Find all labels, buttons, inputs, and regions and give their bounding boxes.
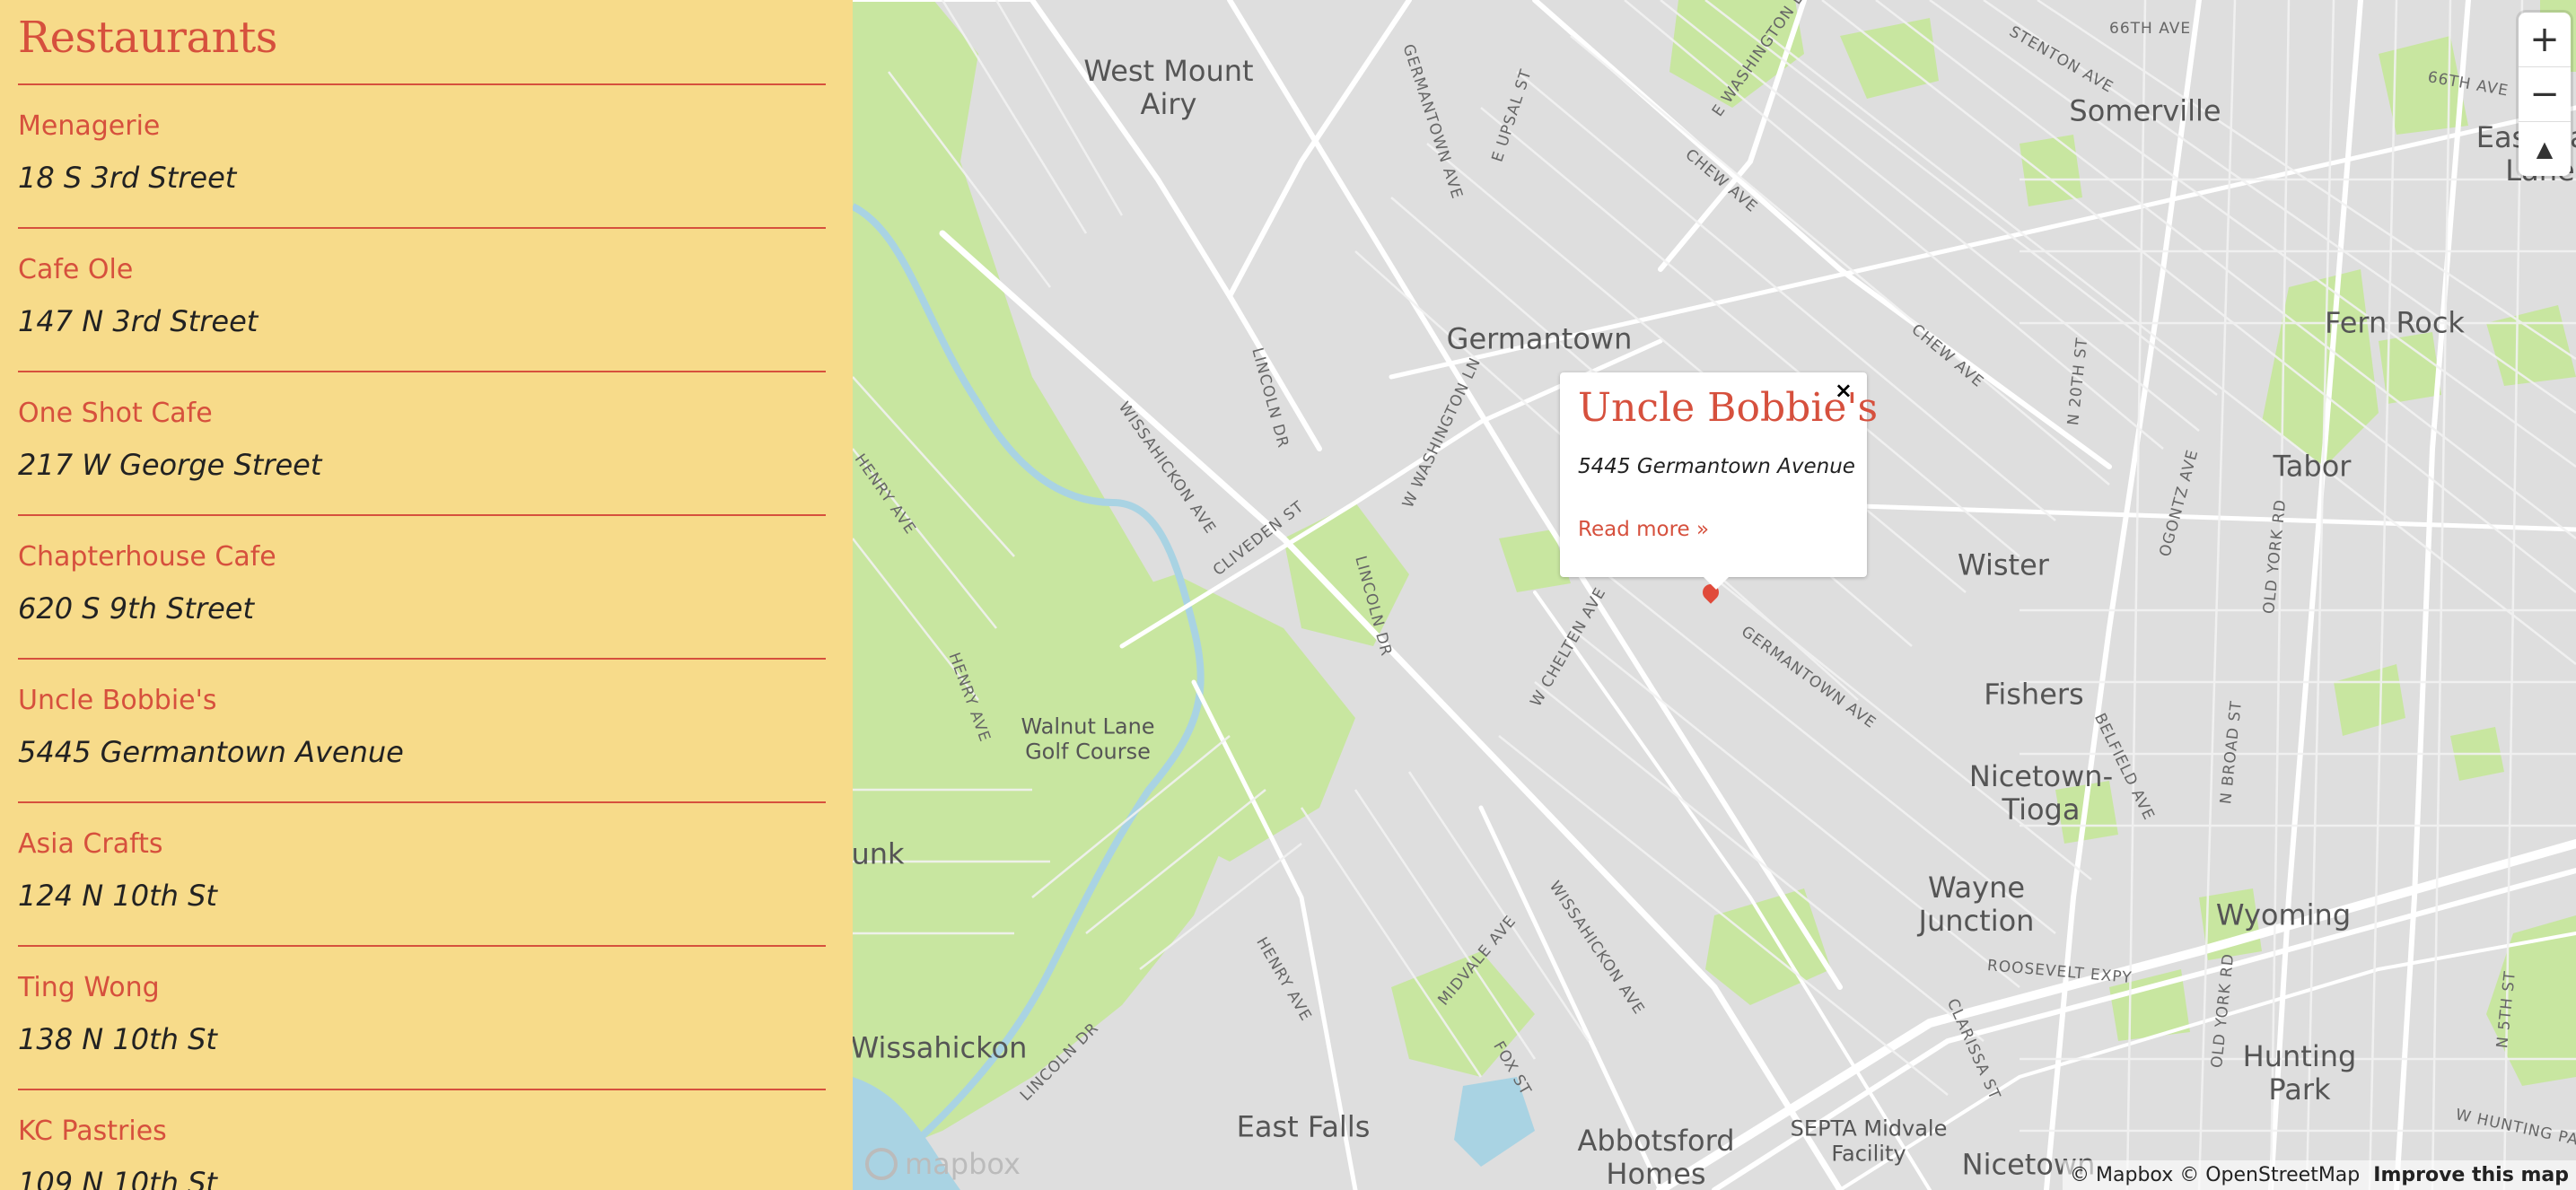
- list-item[interactable]: Uncle Bobbie's 5445 Germantown Avenue: [18, 660, 826, 803]
- restaurant-address: 18 S 3rd Street: [18, 161, 237, 195]
- restaurant-name[interactable]: Ting Wong: [18, 972, 160, 1003]
- restaurant-address: 138 N 10th St: [18, 1022, 217, 1056]
- place-somerville: Somerville: [2069, 93, 2221, 128]
- place-east-falls: East Falls: [1236, 1109, 1371, 1144]
- list-item[interactable]: KC Pastries 109 N 10th St: [18, 1090, 826, 1190]
- place-nicetown-tioga: Nicetown- Tioga: [1968, 759, 2114, 827]
- mapbox-logo-icon: [865, 1148, 898, 1180]
- attribution-text[interactable]: © Mapbox © OpenStreetMap: [2070, 1164, 2360, 1186]
- restaurant-name[interactable]: One Shot Cafe: [18, 398, 213, 429]
- map-canvas[interactable]: West Mount Airy Germantown Somerville Ea…: [853, 0, 2576, 1190]
- restaurant-name[interactable]: Asia Crafts: [18, 828, 163, 860]
- sidebar-title: Restaurants: [18, 13, 277, 63]
- place-wyoming: Wyoming: [2215, 897, 2352, 932]
- restaurant-popup: × Uncle Bobbie's 5445 Germantown Avenue …: [1560, 372, 1878, 590]
- place-west-mount-airy: West Mount Airy: [1083, 54, 1254, 121]
- place-fern-rock: Fern Rock: [2325, 305, 2465, 340]
- zoom-in-button[interactable]: +: [2519, 13, 2571, 67]
- restaurant-name[interactable]: KC Pastries: [18, 1116, 167, 1147]
- restaurant-address: 620 S 9th Street: [18, 591, 255, 626]
- popup-title: Uncle Bobbie's: [1578, 385, 1879, 431]
- compass-icon[interactable]: ▲: [2519, 122, 2571, 176]
- zoom-out-button[interactable]: −: [2519, 67, 2571, 122]
- restaurant-name[interactable]: Menagerie: [18, 110, 160, 142]
- list-item[interactable]: Asia Crafts 124 N 10th St: [18, 803, 826, 947]
- read-more-link[interactable]: Read more »: [1578, 518, 1709, 541]
- zoom-controls: + − ▲: [2519, 13, 2571, 176]
- place-unk: unk: [853, 836, 905, 871]
- list-item[interactable]: Ting Wong 138 N 10th St: [18, 947, 826, 1090]
- restaurant-name[interactable]: Uncle Bobbie's: [18, 685, 216, 716]
- restaurant-list: Menagerie 18 S 3rd Street Cafe Ole 147 N…: [18, 85, 826, 1190]
- popup-address: 5445 Germantown Avenue: [1578, 455, 1855, 478]
- restaurant-name[interactable]: Chapterhouse Cafe: [18, 541, 276, 573]
- list-item[interactable]: Menagerie 18 S 3rd Street: [18, 85, 826, 229]
- street-label: 66TH AVE: [2109, 20, 2192, 38]
- place-germantown: Germantown: [1446, 321, 1633, 356]
- list-item[interactable]: Cafe Ole 147 N 3rd Street: [18, 229, 826, 372]
- improve-map-link[interactable]: Improve this map: [2373, 1164, 2569, 1186]
- place-septa-midvale: SEPTA Midvale Facility: [1790, 1116, 1948, 1166]
- mapbox-logo-text: mapbox: [905, 1147, 1021, 1181]
- place-wister: Wister: [1958, 547, 2049, 582]
- place-wayne-junction: Wayne Junction: [1918, 871, 2035, 938]
- place-tabor: Tabor: [2273, 449, 2352, 484]
- restaurant-address: 124 N 10th St: [18, 879, 217, 913]
- place-wissahickon: Wissahickon: [853, 1030, 1028, 1065]
- restaurant-address: 5445 Germantown Avenue: [18, 735, 404, 769]
- list-item[interactable]: One Shot Cafe 217 W George Street: [18, 372, 826, 516]
- restaurant-address: 109 N 10th St: [18, 1166, 217, 1190]
- list-item[interactable]: Chapterhouse Cafe 620 S 9th Street: [18, 516, 826, 660]
- restaurant-address: 217 W George Street: [18, 448, 322, 482]
- restaurant-name[interactable]: Cafe Ole: [18, 254, 133, 285]
- map-attribution: © Mapbox © OpenStreetMap Improve this ma…: [2063, 1160, 2576, 1190]
- restaurant-address: 147 N 3rd Street: [18, 304, 258, 338]
- place-hunting-park: Hunting Park: [2242, 1039, 2357, 1107]
- restaurant-sidebar: Restaurants Menagerie 18 S 3rd Street Ca…: [0, 0, 853, 1190]
- popup-tip: [1704, 577, 1729, 590]
- place-abbotsford-homes: Abbotsford Homes: [1577, 1124, 1735, 1190]
- place-walnut-lane-golf: Walnut Lane Golf Course: [1021, 713, 1155, 764]
- mapbox-logo[interactable]: mapbox: [865, 1147, 1021, 1181]
- place-fishers: Fishers: [1984, 677, 2084, 712]
